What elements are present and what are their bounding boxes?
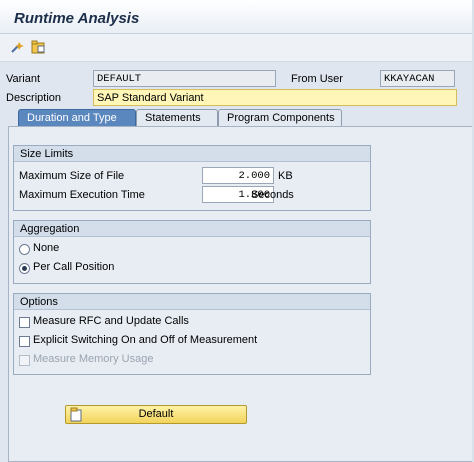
options-group: Options Measure RFC and Update Calls Exp…	[13, 293, 371, 375]
group-title: Size Limits	[14, 146, 370, 162]
execute-with-variant-icon[interactable]	[10, 39, 28, 56]
application-toolbar	[0, 34, 474, 62]
measure-rfc-label[interactable]: Measure RFC and Update Calls	[33, 315, 189, 327]
aggregation-per-call-position-label[interactable]: Per Call Position	[33, 261, 114, 273]
tab-label: Duration and Type	[27, 112, 117, 124]
window-title: Runtime Analysis	[14, 10, 140, 27]
aggregation-per-call-position-radio[interactable]	[19, 263, 30, 274]
default-button-label: Default	[138, 408, 174, 420]
description-label: Description	[6, 92, 62, 104]
from-user-label: From User	[291, 73, 343, 85]
radio-selected-dot	[22, 266, 27, 271]
max-file-size-unit: KB	[278, 170, 293, 182]
open-folder-icon[interactable]	[30, 39, 48, 56]
tab-statements[interactable]: Statements	[136, 109, 218, 127]
from-user-field[interactable]: KKAYACAN	[380, 70, 455, 87]
aggregation-none-label[interactable]: None	[33, 242, 59, 254]
default-variant-icon	[70, 407, 84, 422]
aggregation-group: Aggregation None Per Call Position	[13, 220, 371, 284]
default-button[interactable]: Default	[65, 405, 247, 424]
title-bar: Runtime Analysis	[0, 0, 474, 34]
max-file-size-input[interactable]: 2.000	[202, 167, 274, 184]
group-title: Aggregation	[14, 221, 370, 237]
max-execution-time-label: Maximum Execution Time	[19, 189, 145, 201]
size-limits-group: Size Limits Maximum Size of File 2.000 K…	[13, 145, 371, 211]
tab-duration-and-type[interactable]: Duration and Type	[18, 109, 136, 127]
measure-memory-label: Measure Memory Usage	[33, 353, 154, 365]
variant-field[interactable]: DEFAULT	[93, 70, 276, 87]
tab-program-components[interactable]: Program Components	[218, 109, 342, 127]
tab-label: Statements	[145, 112, 201, 124]
max-file-size-label: Maximum Size of File	[19, 170, 125, 182]
measure-memory-checkbox	[19, 355, 30, 366]
explicit-switching-checkbox[interactable]	[19, 336, 30, 347]
tab-content: Size Limits Maximum Size of File 2.000 K…	[8, 126, 474, 462]
explicit-switching-label[interactable]: Explicit Switching On and Off of Measure…	[33, 334, 257, 346]
max-execution-time-unit: Seconds	[251, 189, 294, 201]
tab-label: Program Components	[227, 112, 335, 124]
description-field[interactable]: SAP Standard Variant	[93, 89, 457, 106]
aggregation-none-radio[interactable]	[19, 244, 30, 255]
variant-label: Variant	[6, 73, 41, 85]
measure-rfc-checkbox[interactable]	[19, 317, 30, 328]
group-title: Options	[14, 294, 370, 310]
